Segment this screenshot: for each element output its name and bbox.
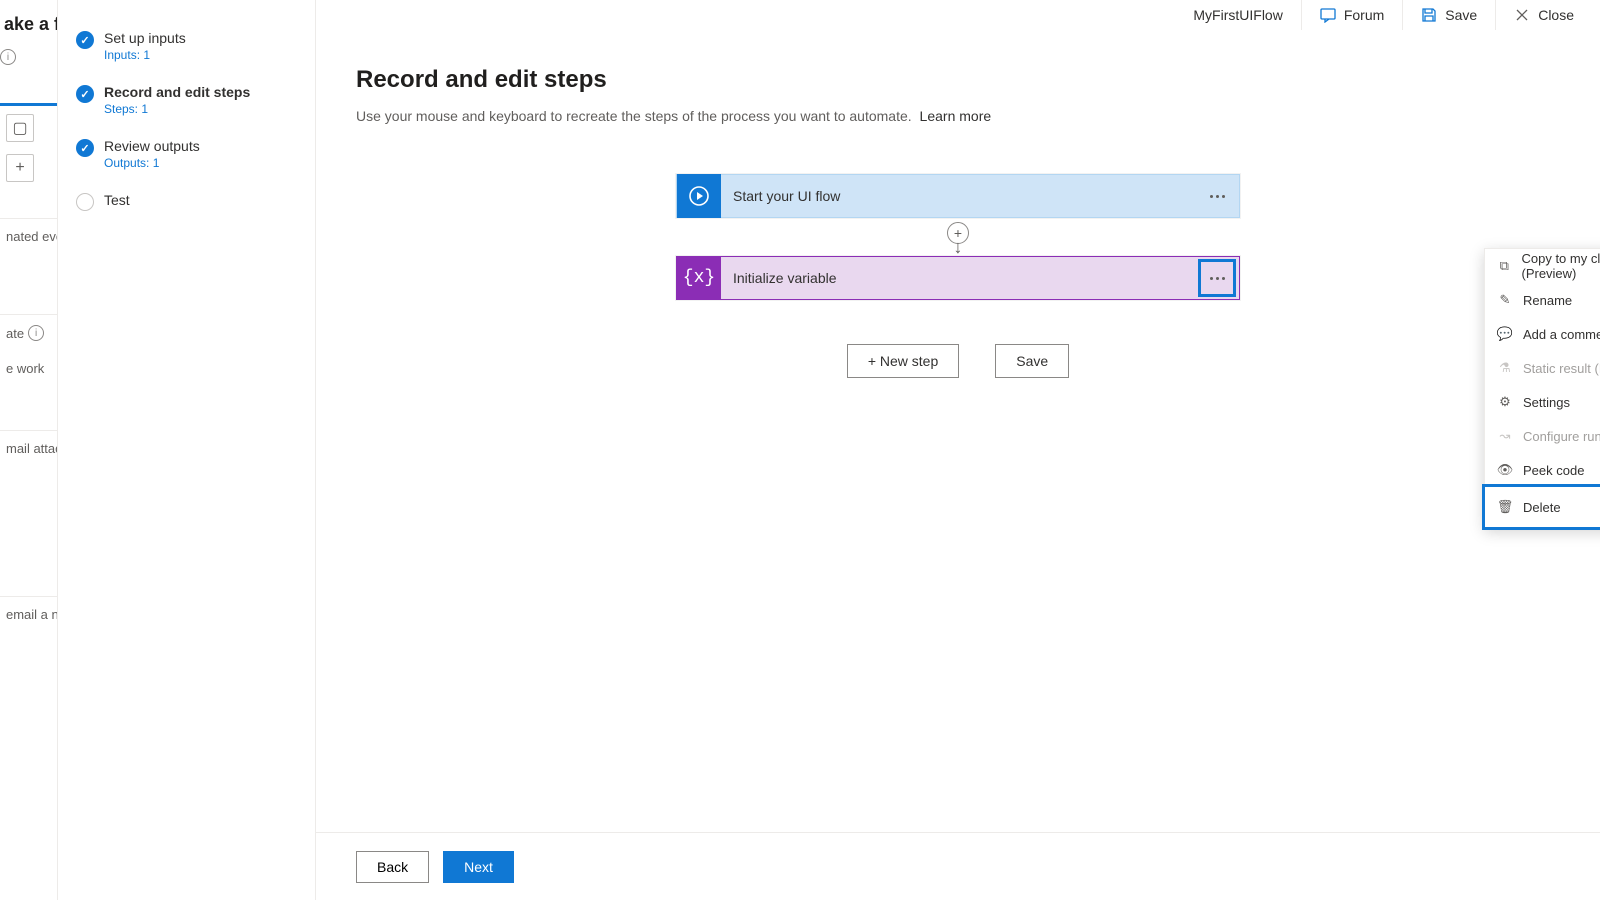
sliver-title: ake a flo <box>0 14 57 35</box>
close-icon <box>1514 7 1530 23</box>
ellipsis-icon <box>1210 277 1225 280</box>
ctx-rename[interactable]: ✎ Rename <box>1485 283 1600 317</box>
next-button[interactable]: Next <box>443 851 514 883</box>
step-subtitle: Steps: 1 <box>104 102 250 116</box>
comment-icon: 💬 <box>1497 326 1513 342</box>
sliver-fragment: email a ne <box>0 596 57 632</box>
context-menu: ⧉ Copy to my clipboard (Preview) ✎ Renam… <box>1484 248 1600 528</box>
flow-canvas: Start your UI flow + ↓ {x} Initialize va… <box>356 174 1560 378</box>
ctx-copy-clipboard[interactable]: ⧉ Copy to my clipboard (Preview) <box>1485 249 1600 283</box>
check-icon <box>76 139 94 157</box>
copy-icon: ⧉ <box>1497 258 1511 274</box>
top-bar: MyFirstUIFlow Forum Save Close <box>316 0 1600 30</box>
content-area: Record and edit steps Use your mouse and… <box>316 30 1600 832</box>
wizard-footer: Back Next <box>316 832 1600 900</box>
start-flow-card[interactable]: Start your UI flow <box>676 174 1240 218</box>
step-subtitle: Inputs: 1 <box>104 48 186 62</box>
canvas-save-button[interactable]: Save <box>995 344 1069 378</box>
learn-more-link[interactable]: Learn more <box>920 108 992 124</box>
card-more-button-active[interactable] <box>1198 259 1236 297</box>
step-title: Record and edit steps <box>104 84 250 100</box>
sliver-tool-icon-1[interactable]: ▢ <box>6 114 34 142</box>
ctx-peek-code[interactable]: 👁 Peek code <box>1485 453 1600 487</box>
flask-icon: ⚗ <box>1497 360 1513 376</box>
sliver-fragment: nated even <box>0 218 57 254</box>
ctx-static-result: ⚗ Static result (Preview) i <box>1485 351 1600 385</box>
page-description: Use your mouse and keyboard to recreate … <box>356 108 1560 124</box>
step-title: Test <box>104 192 130 208</box>
pencil-icon: ✎ <box>1497 292 1513 308</box>
wizard-sidebar: Set up inputs Inputs: 1 Record and edit … <box>58 0 316 900</box>
variable-icon: {x} <box>677 256 721 300</box>
info-icon[interactable]: i <box>28 325 44 341</box>
sliver-add-icon[interactable]: + <box>6 154 34 182</box>
back-button[interactable]: Back <box>356 851 429 883</box>
play-icon <box>677 174 721 218</box>
ctx-settings[interactable]: ⚙ Settings <box>1485 385 1600 419</box>
trash-icon: 🗑 <box>1497 499 1513 515</box>
info-icon[interactable]: i <box>0 49 16 65</box>
empty-step-icon <box>76 193 94 211</box>
left-sliver-panel: ake a flo i ▢ + nated even ate i e work … <box>0 0 58 900</box>
ellipsis-icon <box>1210 195 1225 198</box>
page-title: Record and edit steps <box>356 66 1560 94</box>
sliver-fragment: mail attac <box>0 430 57 466</box>
main-panel: MyFirstUIFlow Forum Save Close Record an… <box>316 0 1600 900</box>
canvas-actions: + New step Save <box>847 344 1069 378</box>
gear-icon: ⚙ <box>1497 394 1513 410</box>
ctx-configure-run-after: ↝ Configure run after i <box>1485 419 1600 453</box>
new-step-button[interactable]: + New step <box>847 344 959 378</box>
check-icon <box>76 31 94 49</box>
step-subtitle: Outputs: 1 <box>104 156 200 170</box>
sidebar-step-outputs[interactable]: Review outputs Outputs: 1 <box>58 130 315 184</box>
forum-icon <box>1320 7 1336 23</box>
check-icon <box>76 85 94 103</box>
sliver-fragment: e work <box>0 351 57 386</box>
save-icon <box>1421 7 1437 23</box>
step-title: Review outputs <box>104 138 200 154</box>
ctx-delete[interactable]: 🗑 Delete <box>1482 484 1600 530</box>
ctx-add-comment[interactable]: 💬 Add a comment <box>1485 317 1600 351</box>
card-title: Initialize variable <box>721 270 1195 286</box>
branch-icon: ↝ <box>1497 428 1513 444</box>
sidebar-step-record[interactable]: Record and edit steps Steps: 1 <box>58 76 315 130</box>
arrow-down-icon: ↓ <box>954 237 963 258</box>
eye-icon: 👁 <box>1497 462 1513 478</box>
card-more-button[interactable] <box>1195 174 1239 218</box>
sidebar-step-inputs[interactable]: Set up inputs Inputs: 1 <box>58 22 315 76</box>
save-button[interactable]: Save <box>1402 0 1495 30</box>
initialize-variable-card[interactable]: {x} Initialize variable <box>676 256 1240 300</box>
card-title: Start your UI flow <box>721 188 1195 204</box>
flow-name: MyFirstUIFlow <box>1175 7 1300 23</box>
sliver-active-indicator <box>0 103 57 106</box>
sidebar-step-test[interactable]: Test <box>58 184 315 225</box>
step-title: Set up inputs <box>104 30 186 46</box>
close-button[interactable]: Close <box>1495 0 1592 30</box>
forum-button[interactable]: Forum <box>1301 0 1402 30</box>
sliver-fragment: ate i <box>0 314 57 351</box>
